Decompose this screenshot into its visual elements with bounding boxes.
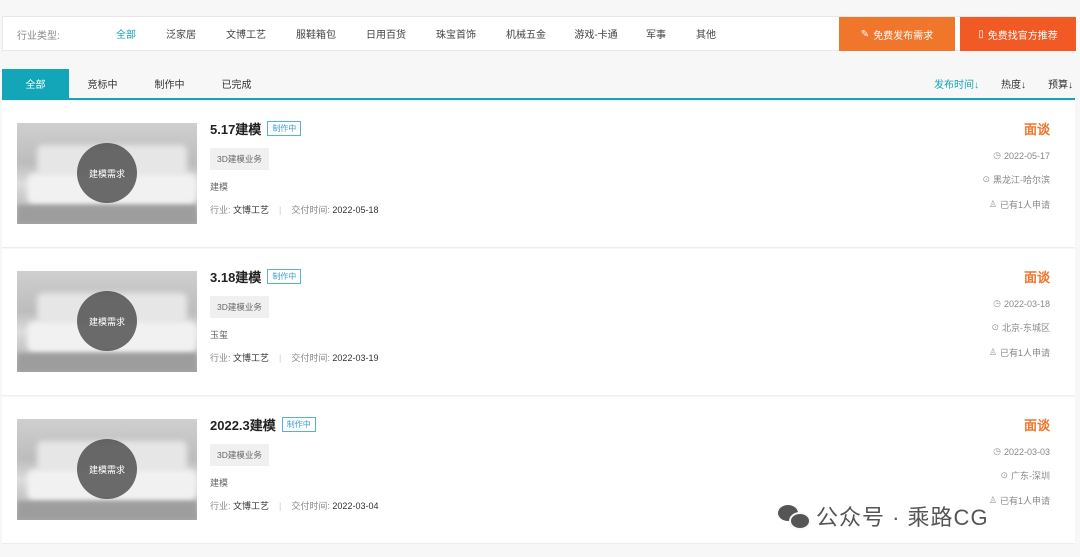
request-info: 5.17建模 制作中 3D建模业务 建模 行业: 文博工艺 | 交付时间: 20… [210,119,378,216]
applicant-count: 已有1人申请 [999,200,1050,210]
meta-divider: | [279,352,282,363]
thumbnail-label: 建模需求 [77,291,137,351]
industry-filter-label: 行业类型: [17,31,60,42]
applicant-count: 已有1人申请 [999,496,1050,506]
status-tabs: 全部 竞标中 制作中 已完成 发布时间↓ 热度↓ 预算↓ [2,69,1075,100]
thumbnail-label: 建模需求 [77,439,137,499]
request-info: 2022.3建模 制作中 3D建模业务 建模 行业: 文博工艺 | 交付时间: … [210,415,378,512]
location-pin-icon: ⊙ [1000,470,1008,480]
request-card[interactable]: 建模需求 3.18建模 制作中 3D建模业务 玉玺 行业: 文博工艺 | 交付时… [2,249,1075,396]
price-negotiable: 面谈 [1023,270,1050,285]
business-tag: 3D建模业务 [210,444,269,466]
request-title[interactable]: 5.17建模 [210,119,261,138]
location: 北京-东城区 [1002,323,1050,333]
request-title[interactable]: 3.18建模 [210,267,261,286]
category-military[interactable]: 军事 [631,26,681,41]
status-badge: 制作中 [281,417,316,432]
request-summary: 面谈 ◷ 2022-05-17 ⊙ 黑龙江-哈尔滨 ♙ 已有1人申请 [982,119,1050,211]
request-description: 建模 [210,478,229,488]
request-thumbnail[interactable]: 建模需求 [17,271,197,372]
location-pin-icon: ⊙ [991,322,999,332]
status-badge: 制作中 [267,121,302,136]
sort-popularity[interactable]: 热度↓ [1001,76,1026,91]
document-icon: ▯ [978,28,984,40]
request-description: 建模 [210,182,229,192]
industry-value: 文博工艺 [233,501,270,511]
industry-label: 行业: [210,353,231,363]
category-crafts[interactable]: 文博工艺 [211,26,281,41]
pencil-icon: ✎ [860,28,870,40]
request-description: 玉玺 [210,330,229,340]
location-pin-icon: ⊙ [982,174,990,184]
delivery-label: 交付时间: [291,353,330,363]
location: 黑龙江-哈尔滨 [993,175,1050,185]
tab-all[interactable]: 全部 [2,69,69,98]
meta-divider: | [279,500,282,511]
watermark-text: 公众号 · 乘路CG [816,505,989,530]
clock-icon: ◷ [993,150,1001,160]
category-home[interactable]: 泛家居 [151,26,211,41]
sort-options: 发布时间↓ 热度↓ 预算↓ [934,69,1075,98]
publish-request-button[interactable]: ✎ 免费发布需求 [839,17,955,51]
industry-category-list: 全部 泛家居 文博工艺 服鞋箱包 日用百货 珠宝首饰 机械五金 游戏-卡通 军事… [101,17,731,50]
industry-label: 行业: [210,501,231,511]
request-title[interactable]: 2022.3建模 [210,415,276,434]
page: 行业类型: 全部 泛家居 文博工艺 服鞋箱包 日用百货 珠宝首饰 机械五金 游戏… [0,0,1080,557]
price-negotiable: 面谈 [1023,122,1050,137]
industry-value: 文博工艺 [233,205,270,215]
wechat-icon [778,503,811,530]
find-official-button[interactable]: ▯ 免费找官方推荐 [960,17,1076,51]
business-tag: 3D建模业务 [210,148,269,170]
category-all[interactable]: 全部 [101,26,151,41]
publish-date: 2022-03-03 [1003,446,1050,457]
request-thumbnail[interactable]: 建模需求 [17,419,197,520]
delivery-date: 2022-03-19 [332,352,379,363]
request-meta: 行业: 文博工艺 | 交付时间: 2022-03-04 [210,499,378,512]
request-summary: 面谈 ◷ 2022-03-18 ⊙ 北京-东城区 ♙ 已有1人申请 [989,267,1050,359]
industry-value: 文博工艺 [233,353,270,363]
price-negotiable: 面谈 [1023,418,1050,433]
category-shoes-bags[interactable]: 服鞋箱包 [281,26,351,41]
tab-in-production[interactable]: 制作中 [136,69,203,98]
request-meta: 行业: 文博工艺 | 交付时间: 2022-05-18 [210,203,378,216]
user-icon: ♙ [988,347,997,357]
delivery-label: 交付时间: [291,205,330,215]
user-icon: ♙ [988,495,997,505]
find-official-label: 免费找官方推荐 [987,30,1058,42]
category-jewelry[interactable]: 珠宝首饰 [421,26,491,41]
tab-completed[interactable]: 已完成 [203,69,270,98]
publish-request-label: 免费发布需求 [873,30,934,42]
sort-publish-time[interactable]: 发布时间↓ [934,76,979,91]
meta-divider: | [279,204,282,215]
industry-filter-bar: 行业类型: 全部 泛家居 文博工艺 服鞋箱包 日用百货 珠宝首饰 机械五金 游戏… [2,16,1076,51]
category-daily-goods[interactable]: 日用百货 [351,26,421,41]
applicant-count: 已有1人申请 [999,348,1050,358]
request-thumbnail[interactable]: 建模需求 [17,123,197,224]
delivery-date: 2022-03-04 [332,500,379,511]
clock-icon: ◷ [993,446,1001,456]
status-badge: 制作中 [267,269,302,284]
clock-icon: ◷ [993,298,1001,308]
delivery-label: 交付时间: [291,501,330,511]
wechat-watermark: 公众号 · 乘路CG [778,500,989,532]
location: 广东-深圳 [1011,471,1050,481]
category-game-cartoon[interactable]: 游戏-卡通 [561,26,631,41]
user-icon: ♙ [988,199,997,209]
request-summary: 面谈 ◷ 2022-03-03 ⊙ 广东-深圳 ♙ 已有1人申请 [989,415,1050,507]
request-meta: 行业: 文博工艺 | 交付时间: 2022-03-19 [210,351,378,364]
delivery-date: 2022-05-18 [332,204,379,215]
industry-label: 行业: [210,205,231,215]
sort-budget[interactable]: 预算↓ [1048,76,1073,91]
tab-bidding[interactable]: 竞标中 [69,69,136,98]
business-tag: 3D建模业务 [210,296,269,318]
request-card[interactable]: 建模需求 5.17建模 制作中 3D建模业务 建模 行业: 文博工艺 | 交付时… [2,101,1075,248]
publish-date: 2022-03-18 [1003,298,1050,309]
thumbnail-label: 建模需求 [77,143,137,203]
category-hardware[interactable]: 机械五金 [491,26,561,41]
publish-date: 2022-05-17 [1003,150,1050,161]
request-info: 3.18建模 制作中 3D建模业务 玉玺 行业: 文博工艺 | 交付时间: 20… [210,267,378,364]
category-other[interactable]: 其他 [681,26,731,41]
